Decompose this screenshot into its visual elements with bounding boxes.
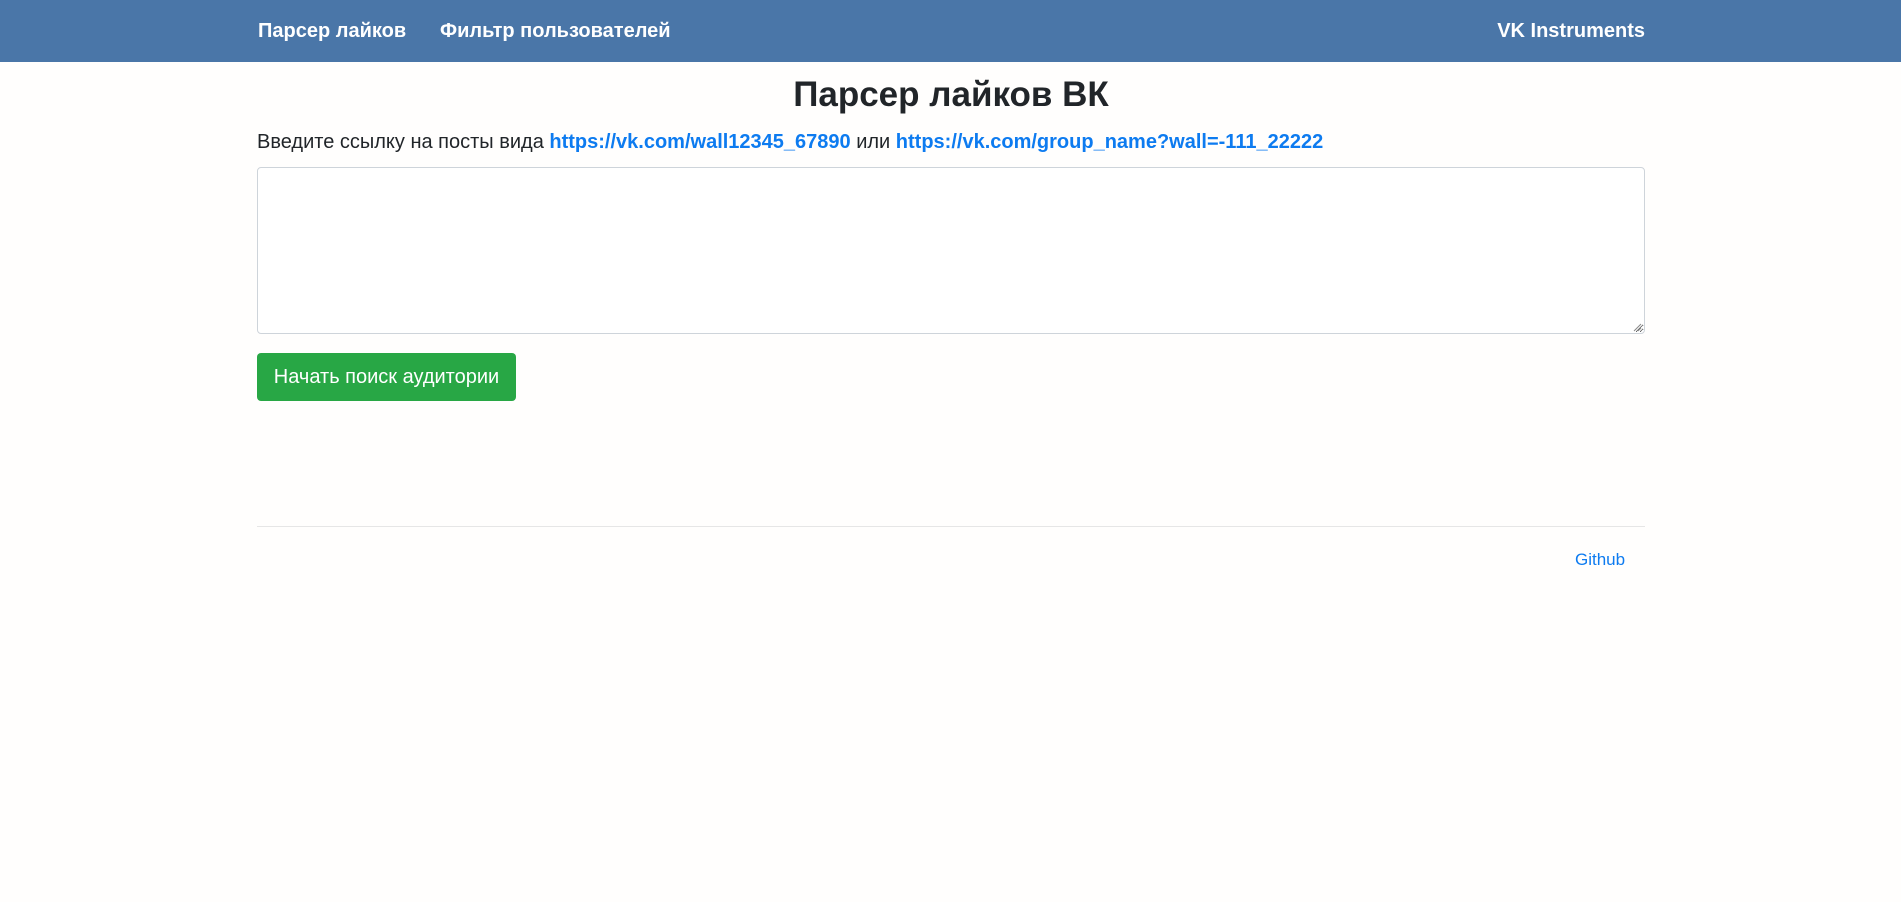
navbar-inner: Парсер лайков Фильтр пользователей VK In… <box>257 0 1645 62</box>
example-link-group[interactable]: https://vk.com/group_name?wall=-111_2222… <box>896 131 1323 153</box>
intro-prefix: Введите ссылку на посты вида <box>257 131 550 153</box>
footer-divider <box>257 526 1645 527</box>
nav-link-like-parser[interactable]: Парсер лайков <box>258 0 406 62</box>
intro-text: Введите ссылку на посты вида https://vk.… <box>257 128 1323 156</box>
navbar-brand[interactable]: VK Instruments <box>1497 0 1645 62</box>
nav-link-user-filter[interactable]: Фильтр пользователей <box>440 0 671 62</box>
intro-middle: или <box>850 131 896 153</box>
top-navbar: Парсер лайков Фильтр пользователей VK In… <box>0 0 1901 62</box>
start-search-button[interactable]: Начать поиск аудитории <box>257 353 516 401</box>
github-link[interactable]: Github <box>1575 548 1625 572</box>
posts-links-textarea[interactable] <box>257 167 1645 334</box>
page-title: Парсер лайков ВК <box>793 75 1109 114</box>
example-link-wall[interactable]: https://vk.com/wall12345_67890 <box>549 131 850 153</box>
